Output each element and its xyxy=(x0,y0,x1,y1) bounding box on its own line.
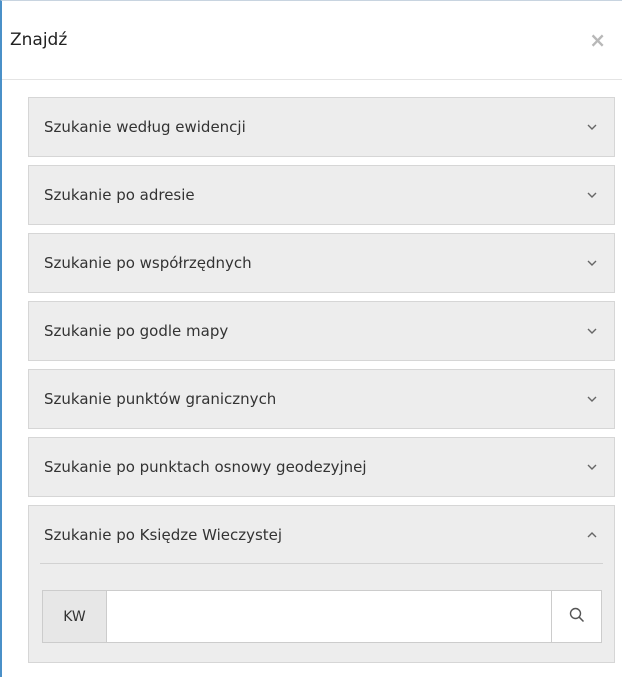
section-search-by-coordinates[interactable]: Szukanie po współrzędnych xyxy=(28,233,615,293)
section-label: Szukanie po punktach osnowy geodezyjnej xyxy=(44,458,367,476)
section-label: Szukanie po adresie xyxy=(44,186,195,204)
chevron-down-icon xyxy=(585,460,599,474)
search-icon xyxy=(569,607,585,627)
chevron-down-icon xyxy=(585,188,599,202)
panel-header: Znajdź × xyxy=(2,1,622,80)
section-label: Szukanie według ewidencji xyxy=(44,118,246,136)
section-search-boundary-points[interactable]: Szukanie punktów granicznych xyxy=(28,369,615,429)
find-panel: Znajdź × Szukanie według ewidencji Szuka… xyxy=(0,0,622,677)
chevron-down-icon xyxy=(585,324,599,338)
section-label: Szukanie po godle mapy xyxy=(44,322,229,340)
chevron-down-icon xyxy=(585,120,599,134)
section-search-by-registry[interactable]: Szukanie według ewidencji xyxy=(28,97,615,157)
chevron-down-icon xyxy=(585,256,599,270)
search-sections-list: Szukanie według ewidencji Szukanie po ad… xyxy=(28,97,615,663)
kw-search-button[interactable] xyxy=(551,591,601,642)
section-search-by-address[interactable]: Szukanie po adresie xyxy=(28,165,615,225)
section-header-land-register[interactable]: Szukanie po Księdze Wieczystej xyxy=(40,506,603,564)
section-search-geodetic-control-points[interactable]: Szukanie po punktach osnowy geodezyjnej xyxy=(28,437,615,497)
chevron-up-icon xyxy=(585,528,599,542)
section-search-by-map-sheet[interactable]: Szukanie po godle mapy xyxy=(28,301,615,361)
kw-prefix-label: KW xyxy=(43,591,107,642)
chevron-down-icon xyxy=(585,392,599,406)
kw-search-group: KW xyxy=(42,590,602,643)
section-label: Szukanie punktów granicznych xyxy=(44,390,277,408)
section-label: Szukanie po współrzędnych xyxy=(44,254,252,272)
section-label: Szukanie po Księdze Wieczystej xyxy=(44,525,283,544)
close-button[interactable]: × xyxy=(589,30,606,50)
section-search-land-register: Szukanie po Księdze Wieczystej KW xyxy=(28,505,615,663)
kw-number-input[interactable] xyxy=(107,591,551,642)
panel-title: Znajdź xyxy=(10,30,68,50)
